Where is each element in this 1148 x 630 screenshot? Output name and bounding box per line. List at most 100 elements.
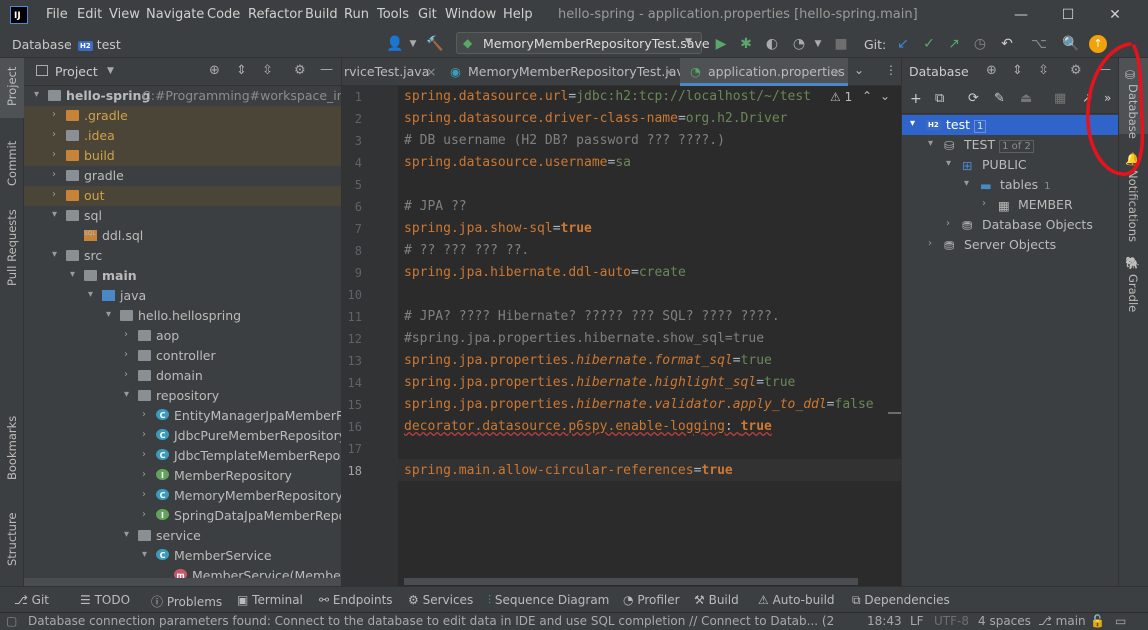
chevron-right-icon[interactable]: › [928, 238, 932, 249]
project-tree-row[interactable]: ▾ C MemberService [24, 546, 341, 566]
tool-auto-build[interactable]: ⚠ Auto-build [758, 593, 835, 607]
db-expand-icon[interactable]: ⇕ [1012, 63, 1023, 78]
project-tree-row[interactable]: ▾ hello-springC:#Programming#workspace_in… [24, 86, 341, 106]
add-datasource-icon[interactable]: + [910, 91, 922, 107]
chevron-down-icon[interactable]: ▾ [910, 118, 915, 129]
tool-todo[interactable]: ☰ TODO [80, 593, 130, 607]
tool-profiler[interactable]: ◔ Profiler [623, 593, 680, 607]
project-tree-row[interactable]: › I SpringDataJpaMemberRepository [24, 506, 341, 526]
hide-panel-icon[interactable]: — [320, 62, 333, 77]
tool-gradle[interactable]: Gradle [1126, 274, 1140, 312]
minimize-icon[interactable]: — [1006, 4, 1036, 26]
cursor-position[interactable]: 18:43 [867, 614, 902, 628]
profile-icon[interactable]: ◔ [790, 35, 808, 53]
more-actions-icon[interactable]: » [1104, 91, 1111, 105]
debug-icon[interactable]: ✱ [737, 35, 755, 53]
database-tree-row[interactable]: › ⛃ Server Objects [902, 235, 1119, 255]
menu-git[interactable]: Git [418, 7, 437, 22]
git-push-icon[interactable]: ↗ [945, 35, 963, 53]
chevron-right-icon[interactable]: › [52, 169, 62, 180]
project-tree-row[interactable]: › controller [24, 346, 341, 366]
search-icon[interactable]: 🔍 [1062, 35, 1080, 53]
menu-window[interactable]: Window [445, 7, 496, 22]
project-tree-row[interactable]: ▾ src [24, 246, 341, 266]
chevron-right-icon[interactable]: › [142, 429, 152, 440]
chevron-right-icon[interactable]: › [142, 449, 152, 460]
project-tree-row[interactable]: ▾ java [24, 286, 341, 306]
profile-dropdown-icon[interactable]: ▼ [809, 35, 827, 53]
lock-icon[interactable]: 🔓 [1090, 614, 1105, 628]
chevron-down-icon[interactable]: ▾ [52, 249, 62, 260]
project-tree-row[interactable]: › out [24, 186, 341, 206]
tool-structure[interactable]: Structure [5, 513, 19, 567]
project-tree-row[interactable]: › .idea [24, 126, 341, 146]
tool-endpoints[interactable]: ⚯ Endpoints [319, 593, 393, 607]
indent-setting[interactable]: 4 spaces [978, 614, 1031, 628]
copy-icon[interactable]: ⧉ [935, 91, 944, 106]
db-hide-icon[interactable]: — [1098, 62, 1111, 77]
update-icon[interactable]: ↑ [1089, 35, 1107, 53]
tool-terminal[interactable]: ▣ Terminal [237, 593, 303, 607]
database-tree-row[interactable]: › ▦ MEMBER [902, 195, 1119, 215]
database-tree-row[interactable]: › ⛃ Database Objects [902, 215, 1119, 235]
tool-services[interactable]: ⚙ Services [408, 593, 473, 607]
chevron-right-icon[interactable]: › [982, 198, 986, 209]
project-panel-title[interactable]: Project [55, 64, 98, 79]
build-hammer-icon[interactable]: 🔨 [426, 35, 444, 53]
database-tree-row[interactable]: ▾ ▬ tables 1 [902, 175, 1119, 195]
line-separator[interactable]: LF [910, 614, 924, 628]
tool-commit[interactable]: Commit [5, 141, 19, 186]
close-icon[interactable]: ✕ [1100, 4, 1130, 26]
chevron-down-icon[interactable]: ▾ [928, 138, 933, 149]
project-tree-row[interactable]: ▾ repository [24, 386, 341, 406]
project-tree-row[interactable]: › C JdbcTemplateMemberRepository [24, 446, 341, 466]
breadcrumb-test[interactable]: H2 test [78, 37, 121, 52]
tool-problems[interactable]: ⓘ Problems [151, 593, 222, 610]
tool-dependencies[interactable]: ⧉ Dependencies [852, 593, 950, 608]
properties-icon[interactable]: ✎ [994, 91, 1005, 106]
git-branch-status[interactable]: ⎇ main [1038, 614, 1086, 628]
project-tree-row[interactable]: ▾ service [24, 526, 341, 546]
project-tree-row[interactable]: › C JdbcPureMemberRepository [24, 426, 341, 446]
project-tree-row[interactable]: › I MemberRepository [24, 466, 341, 486]
git-update-icon[interactable]: ↙ [894, 35, 912, 53]
chevron-right-icon[interactable]: › [142, 509, 152, 520]
menu-navigate[interactable]: Navigate [146, 7, 204, 22]
project-tree-row[interactable]: › C EntityManagerJpaMemberRepository [24, 406, 341, 426]
menu-code[interactable]: Code [207, 7, 240, 22]
tool-notifications[interactable]: Notifications [1126, 170, 1140, 242]
breadcrumb-database[interactable]: Database [12, 37, 72, 52]
project-tree-row[interactable]: ▾ hello.hellospring [24, 306, 341, 326]
db-locate-icon[interactable]: ⊕ [986, 63, 997, 78]
tool-sequence-diagram[interactable]: ⫶ Sequence Diagram [488, 593, 609, 608]
menu-file[interactable]: File [46, 7, 68, 22]
editor-tab[interactable]: ◔ application.properties × [680, 58, 848, 86]
db-gear-icon[interactable]: ⚙ [1070, 63, 1082, 78]
project-tree-row[interactable]: › build [24, 146, 341, 166]
previous-highlight-icon[interactable]: ⌃ [862, 89, 872, 103]
chevron-right-icon[interactable]: › [142, 489, 152, 500]
file-encoding[interactable]: UTF-8 [934, 614, 969, 628]
chevron-right-icon[interactable]: › [142, 409, 152, 420]
chevron-right-icon[interactable]: › [142, 469, 152, 480]
chevron-right-icon[interactable]: › [946, 218, 950, 229]
chevron-down-icon[interactable]: ▾ [106, 309, 116, 320]
maximize-icon[interactable]: ☐ [1053, 4, 1083, 26]
chevron-right-icon[interactable]: › [52, 109, 62, 120]
project-tree-row[interactable]: › aop [24, 326, 341, 346]
chevron-down-icon[interactable]: ▾ [124, 389, 134, 400]
project-tree-row[interactable]: ▾ main [24, 266, 341, 286]
chevron-down-icon[interactable]: ▾ [88, 289, 98, 300]
run-configuration-selector[interactable]: ◆ MemoryMemberRepositoryTest.save ▼ [456, 32, 710, 54]
tool-project[interactable]: Project [5, 67, 19, 106]
user-dropdown-icon[interactable]: ▼ [404, 35, 422, 53]
chevron-down-icon[interactable]: ▾ [70, 269, 80, 280]
warning-indicator[interactable]: ⚠ 1 [830, 90, 852, 104]
menu-refactor[interactable]: Refactor [248, 7, 303, 22]
menu-view[interactable]: View [109, 7, 140, 22]
chevron-right-icon[interactable]: › [52, 129, 62, 140]
chevron-down-icon[interactable]: ▾ [946, 158, 951, 169]
jump-to-console-icon[interactable]: ↗ [1082, 91, 1093, 106]
menu-tools[interactable]: Tools [377, 7, 409, 22]
menu-edit[interactable]: Edit [77, 7, 102, 22]
